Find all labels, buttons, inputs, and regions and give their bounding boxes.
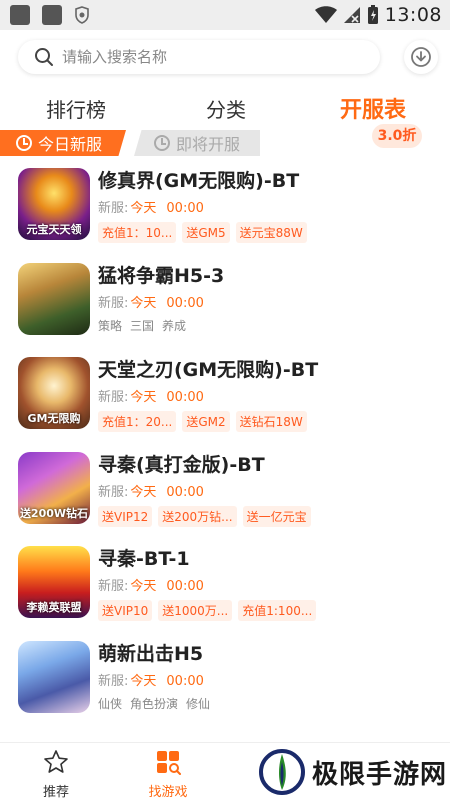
game-name: 猛将争霸H5-3: [98, 264, 225, 287]
list-item[interactable]: 萌新出击H5 新服: 今天 00:00 仙侠 角色扮演 修仙: [0, 637, 450, 732]
list-item[interactable]: GM无限购 天堂之刃(GM无限购)-BT 新服: 今天 00:00 充值1：20..…: [0, 353, 450, 448]
game-icon: [18, 640, 90, 713]
subtab-label: 今日新服: [38, 135, 103, 154]
clock-icon: [16, 135, 32, 151]
tab-category[interactable]: 分类: [206, 94, 246, 123]
list-item[interactable]: 李赖英联盟 寻秦-BT-1 新服: 今天 00:00 送VIP10 送1000万..…: [0, 542, 450, 637]
open-info: 新服: 今天 00:00: [98, 484, 204, 500]
tag-list: 策略 三国 养成: [98, 317, 188, 334]
tag: 充值1:100...: [238, 600, 317, 621]
search-input[interactable]: [62, 48, 362, 66]
game-name: 修真界(GM无限购)-BT: [98, 170, 300, 192]
tag: 三国: [130, 318, 155, 333]
open-info: 新服: 今天 00:00: [98, 390, 204, 405]
tag: 送200万钻...: [158, 505, 237, 527]
download-icon: [411, 47, 431, 67]
list-item[interactable]: 元宝天天领 修真界(GM无限购)-BT 新服: 今天 00:00 充值1：10...…: [0, 164, 450, 259]
tag: 修仙: [186, 696, 211, 711]
signal-icon: [343, 7, 360, 23]
game-icon: [18, 262, 90, 335]
tag: 送钻石18W: [235, 411, 307, 432]
tag: 充值1：10...: [98, 222, 177, 243]
game-name: 萌新出击H5: [98, 642, 204, 665]
game-name: 寻秦(真打金版)-BT: [98, 453, 265, 476]
tag-list: 充值1：10... 送GM5 送元宝88W: [98, 222, 307, 243]
notification-icon: [10, 5, 30, 25]
game-name: 寻秦-BT-1: [98, 548, 190, 570]
open-info: 新服: 今天 00:00: [98, 579, 204, 594]
tag-list: 充值1：20... 送GM2 送钻石18W: [98, 411, 307, 432]
game-list: 元宝天天领 修真界(GM无限购)-BT 新服: 今天 00:00 充值1：10...…: [0, 164, 450, 731]
shield-icon: [75, 6, 89, 24]
battery-icon: [367, 5, 378, 24]
nav-label: 找游戏: [148, 785, 188, 800]
nav-find-games[interactable]: 找游戏: [138, 749, 198, 800]
site-logo-icon: [259, 749, 305, 795]
tag: 送GM2: [182, 411, 230, 432]
tag: 送VIP12: [98, 505, 153, 527]
wifi-icon: [314, 6, 337, 23]
tag-list: 送VIP10 送1000万... 充值1:100...: [98, 600, 317, 621]
tag: 充值1：20...: [98, 411, 177, 432]
tab-ranking[interactable]: 排行榜: [46, 94, 106, 123]
tag-list: 送VIP12 送200万钻... 送一亿元宝: [98, 505, 311, 527]
game-name: 天堂之刃(GM无限购)-BT: [98, 359, 319, 381]
status-bar: 13:08: [0, 0, 450, 30]
tag: 送元宝88W: [235, 222, 307, 243]
star-icon: [44, 750, 68, 773]
subtab-label: 即将开服: [176, 135, 241, 154]
tag: 送GM5: [182, 222, 230, 243]
search-icon: [35, 48, 53, 66]
list-item[interactable]: 猛将争霸H5-3 新服: 今天 00:00 策略 三国 养成: [0, 259, 450, 354]
game-icon: 李赖英联盟: [18, 546, 90, 618]
tag: 送VIP10: [98, 600, 153, 621]
notification-icon: [42, 5, 62, 25]
discount-badge[interactable]: 3.0折: [372, 124, 422, 148]
tag: 策略: [98, 318, 123, 333]
open-info: 新服: 今天 00:00: [98, 201, 204, 216]
nav-recommend[interactable]: 推荐: [26, 749, 86, 800]
game-grid-icon: [157, 751, 181, 775]
tag: 送1000万...: [158, 600, 233, 621]
tab-server-list[interactable]: 开服表: [340, 92, 406, 124]
tag: 角色扮演: [130, 696, 179, 711]
tag: 仙侠: [98, 696, 123, 711]
tag-list: 仙侠 角色扮演 修仙: [98, 695, 212, 712]
game-icon: 送200W钻石: [18, 451, 90, 524]
game-icon: 元宝天天领: [18, 168, 90, 240]
subtab-upcoming-servers[interactable]: 即将开服: [134, 130, 260, 156]
clock-icon: [154, 135, 170, 151]
tag: 养成: [162, 318, 187, 333]
subtab-today-new-servers[interactable]: 今日新服: [0, 130, 126, 156]
watermark: 极限手游网: [258, 748, 447, 796]
tag: 送一亿元宝: [242, 505, 311, 527]
watermark-text: 极限手游网: [312, 759, 448, 790]
download-button[interactable]: [404, 40, 438, 74]
game-icon: GM无限购: [18, 357, 90, 429]
list-item[interactable]: 送200W钻石 寻秦(真打金版)-BT 新服: 今天 00:00 送VIP12 送2…: [0, 448, 450, 543]
search-bar[interactable]: [18, 40, 380, 74]
nav-label: 推荐: [42, 785, 69, 800]
clock-time: 13:08: [384, 4, 442, 26]
open-info: 新服: 今天 00:00: [98, 295, 204, 311]
open-info: 新服: 今天 00:00: [98, 673, 204, 689]
